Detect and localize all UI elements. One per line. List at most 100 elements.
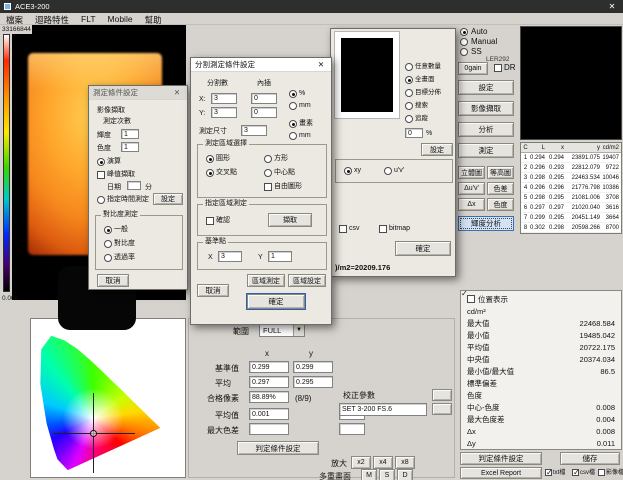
menu-item-mobile[interactable]: Mobile bbox=[108, 14, 133, 23]
avg-diff-input[interactable]: 0.001 bbox=[249, 408, 289, 420]
max-color-diff-input[interactable] bbox=[249, 423, 289, 435]
chroma-button[interactable]: 色度 bbox=[487, 198, 514, 211]
cancel-button[interactable]: 取消 bbox=[197, 284, 229, 297]
method-option-radio[interactable] bbox=[405, 102, 413, 110]
measure-button[interactable]: 測定 bbox=[458, 143, 514, 158]
csv-file-checkbox[interactable] bbox=[572, 469, 579, 476]
zoom-x4-button[interactable]: x4 bbox=[373, 456, 393, 469]
dialog-title-bar[interactable]: 測定條件設定 ✕ bbox=[89, 86, 187, 100]
mm-unit-radio[interactable] bbox=[289, 102, 297, 110]
close-icon[interactable]: ✕ bbox=[315, 60, 327, 69]
multi-s-button[interactable]: S bbox=[379, 469, 395, 480]
judge-condition-button-bottom[interactable]: 判定條件設定 bbox=[237, 441, 319, 455]
luminance-analysis-button[interactable]: 輝度分析 bbox=[458, 216, 514, 231]
method-option-radio[interactable] bbox=[405, 89, 413, 97]
calibration-aux-button-2[interactable] bbox=[432, 403, 452, 415]
contrast-radio[interactable] bbox=[104, 240, 112, 248]
cross-radio[interactable] bbox=[206, 169, 214, 177]
table-row[interactable]: 50.2980.29521081.0063708 bbox=[521, 193, 621, 203]
color-diff-button[interactable]: 色差 bbox=[487, 182, 514, 195]
bitmap-checkbox[interactable] bbox=[379, 225, 387, 233]
method-option-radio[interactable] bbox=[405, 63, 413, 71]
table-row[interactable]: 80.3020.29820598.2668700 bbox=[521, 223, 621, 233]
image-file-checkbox[interactable] bbox=[598, 469, 605, 476]
y-div-input[interactable]: 3 bbox=[211, 107, 237, 118]
stereo-button[interactable]: 立體圖 bbox=[458, 166, 485, 179]
x-div-input[interactable]: 3 bbox=[211, 93, 237, 104]
xy-radio[interactable] bbox=[344, 167, 352, 175]
size-input[interactable]: 3 bbox=[241, 125, 267, 136]
peak-capture-checkbox[interactable] bbox=[97, 171, 105, 179]
close-icon[interactable]: ✕ bbox=[605, 2, 619, 11]
luminance-count-input[interactable]: 1 bbox=[121, 129, 139, 139]
delta-uv-button[interactable]: Δu'v' bbox=[458, 182, 485, 195]
contour-button[interactable]: 等高圖 bbox=[487, 166, 514, 179]
txt-file-checkbox[interactable] bbox=[545, 469, 552, 476]
circle-radio[interactable] bbox=[206, 155, 214, 163]
table-row[interactable]: 40.2960.29621776.79810386 bbox=[521, 183, 621, 193]
range-select[interactable]: FULL ▼ bbox=[259, 323, 305, 337]
mm2-unit-radio[interactable] bbox=[289, 132, 297, 140]
reference-y-input[interactable]: 0.299 bbox=[293, 361, 333, 373]
chroma-count-input[interactable]: 1 bbox=[121, 142, 139, 152]
dr-checkbox[interactable] bbox=[494, 64, 502, 72]
close-icon[interactable]: ✕ bbox=[171, 88, 183, 97]
menu-item-circuit[interactable]: 迴路特性 bbox=[35, 14, 69, 23]
capture-region-button[interactable]: 擷取 bbox=[268, 213, 312, 227]
multi-m-button[interactable]: M bbox=[361, 469, 377, 480]
menu-item-flt[interactable]: FLT bbox=[81, 14, 95, 23]
position-display-checkbox[interactable] bbox=[467, 295, 475, 303]
region-set-button[interactable]: 區域設定 bbox=[288, 274, 326, 287]
radio-auto[interactable] bbox=[460, 28, 468, 36]
table-row[interactable]: 60.2970.29721020.0403616 bbox=[521, 203, 621, 213]
average-y-input[interactable]: 0.295 bbox=[293, 376, 333, 388]
settings-button[interactable]: 設定 bbox=[458, 80, 514, 95]
excel-report-button[interactable]: Excel Report bbox=[460, 467, 542, 479]
delta-x-button[interactable]: Δx bbox=[458, 198, 485, 211]
table-row[interactable]: 20.2960.29322812.0799722 bbox=[521, 163, 621, 173]
menu-item-help[interactable]: 幫助 bbox=[145, 14, 162, 23]
pixel-unit-radio[interactable] bbox=[289, 120, 297, 128]
percent-unit-radio[interactable] bbox=[289, 90, 297, 98]
radio-ss[interactable] bbox=[460, 48, 468, 56]
table-row[interactable]: 70.2990.29520451.1493664 bbox=[521, 213, 621, 223]
cie-diagram[interactable] bbox=[30, 318, 186, 478]
square-radio[interactable] bbox=[264, 155, 272, 163]
gain-button[interactable]: 0gain bbox=[458, 62, 488, 75]
free-shape-checkbox[interactable] bbox=[264, 183, 272, 191]
reference-x-input[interactable]: 0.299 bbox=[249, 361, 289, 373]
calc-radio[interactable] bbox=[97, 158, 105, 166]
average-x-input[interactable]: 0.297 bbox=[249, 376, 289, 388]
dialog-title-bar[interactable]: 分割測定條件設定 ✕ bbox=[191, 58, 331, 72]
calibration-aux-button-1[interactable] bbox=[432, 389, 452, 401]
method-option-radio[interactable] bbox=[405, 115, 413, 123]
ok-button[interactable]: 確定 bbox=[395, 241, 451, 256]
judge-condition-button[interactable]: 判定條件設定 bbox=[460, 452, 542, 465]
method-option-radio[interactable] bbox=[405, 76, 413, 84]
uv-radio[interactable] bbox=[384, 167, 392, 175]
max-diff-aux-input[interactable] bbox=[339, 423, 365, 435]
table-row[interactable]: 10.2940.29423891.07519407 bbox=[521, 153, 621, 163]
percent-input[interactable]: 0 bbox=[405, 128, 423, 138]
timed-measure-radio[interactable] bbox=[97, 196, 105, 204]
menu-item-file[interactable]: 檔案 bbox=[6, 14, 23, 23]
zoom-x2-button[interactable]: x2 bbox=[351, 456, 371, 469]
confirm-checkbox[interactable] bbox=[206, 217, 214, 225]
csv-checkbox[interactable] bbox=[339, 225, 347, 233]
ok-button[interactable]: 確定 bbox=[247, 294, 305, 309]
x-interp-input[interactable]: 0 bbox=[251, 93, 277, 104]
radio-manual[interactable] bbox=[460, 38, 468, 46]
multi-d-button[interactable]: D bbox=[397, 469, 413, 480]
method-set-button[interactable]: 設定 bbox=[421, 143, 453, 156]
region-measure-button[interactable]: 區域測定 bbox=[247, 274, 285, 287]
base-y-input[interactable]: 1 bbox=[268, 251, 292, 262]
timed-set-button[interactable]: 設定 bbox=[153, 193, 183, 205]
date-input[interactable] bbox=[127, 181, 141, 190]
transmittance-radio[interactable] bbox=[104, 254, 112, 262]
table-row[interactable]: 30.2980.29522463.53410046 bbox=[521, 173, 621, 183]
cancel-button[interactable]: 取消 bbox=[97, 274, 129, 287]
zoom-x8-button[interactable]: x8 bbox=[395, 456, 415, 469]
center-radio[interactable] bbox=[264, 169, 272, 177]
normal-radio[interactable] bbox=[104, 226, 112, 234]
base-x-input[interactable]: 3 bbox=[218, 251, 242, 262]
